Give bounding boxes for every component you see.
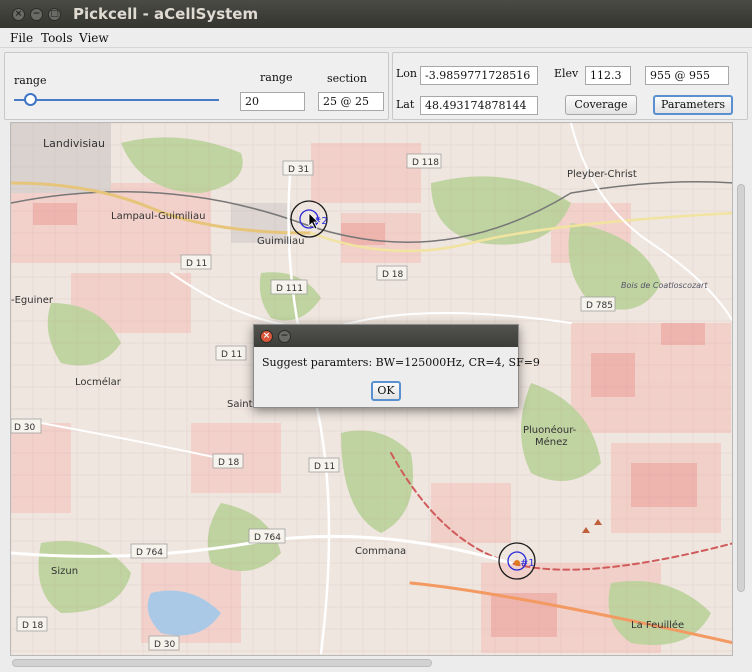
svg-text:D 31: D 31 <box>288 165 309 175</box>
menu-tools[interactable]: Tools <box>41 31 73 45</box>
svg-text:D 18: D 18 <box>218 458 240 468</box>
svg-text:D 11: D 11 <box>186 259 207 269</box>
horizontal-scroll-thumb[interactable] <box>12 659 432 667</box>
elev-input[interactable]: 112.3 <box>585 66 631 85</box>
vertical-scroll-thumb[interactable] <box>737 184 745 592</box>
svg-text:D 30: D 30 <box>154 640 176 650</box>
road-label: D 18 <box>16 616 48 632</box>
section-label: section <box>327 72 367 85</box>
menu-file[interactable]: File <box>10 31 33 45</box>
place-label: Locmélar <box>75 376 122 388</box>
road-label: D 11 <box>308 457 340 473</box>
minimize-window-icon[interactable]: − <box>30 8 43 21</box>
place-label: -Eguiner <box>11 295 54 306</box>
svg-text:D 18: D 18 <box>22 621 44 631</box>
svg-text:D 11: D 11 <box>314 462 335 472</box>
suggestion-dialog: × − Suggest paramters: BW=125000Hz, CR=4… <box>253 324 540 408</box>
elev-label: Elev <box>554 67 579 80</box>
road-label: D 18 <box>212 453 244 469</box>
place-label: Pluonéour- <box>523 424 577 436</box>
range-input[interactable]: 20 <box>240 92 305 111</box>
lat-input[interactable]: 48.493174878144 <box>420 96 538 115</box>
svg-text:D 30: D 30 <box>14 423 36 433</box>
road-label: D 764 <box>130 543 168 559</box>
menu-bar: File Tools View <box>0 28 752 48</box>
place-label: Landivisiau <box>43 137 105 150</box>
ok-button[interactable]: OK <box>371 381 401 401</box>
place-label: Bois de Coatloscozart <box>621 281 708 290</box>
maximize-window-icon[interactable]: □ <box>48 8 61 21</box>
window-title: Pickcell - aCellSystem <box>73 5 259 23</box>
road-label: D 18 <box>376 265 408 281</box>
range-slider-knob[interactable] <box>23 93 37 106</box>
road-label: D 30 <box>11 418 42 434</box>
vertical-scrollbar[interactable] <box>734 122 748 656</box>
svg-text:#1: #1 <box>520 558 535 569</box>
title-bar: × − □ Pickcell - aCellSystem <box>0 0 752 28</box>
road-label: D 31 <box>282 160 314 176</box>
svg-text:D 764: D 764 <box>254 533 281 543</box>
svg-text:D 764: D 764 <box>136 548 163 558</box>
dialog-message: Suggest paramters: BW=125000Hz, CR=4, SF… <box>262 356 540 369</box>
cell-input[interactable]: 955 @ 955 <box>645 66 729 85</box>
road-label: D 30 <box>148 635 180 651</box>
road-label: D 111 <box>270 279 308 295</box>
menu-view[interactable]: View <box>79 31 109 45</box>
place-label: Lampaul-Guimiliau <box>111 211 205 222</box>
road-label: D 764 <box>248 528 286 544</box>
lat-label: Lat <box>396 98 415 111</box>
svg-text:D 111: D 111 <box>276 284 303 294</box>
place-label: Commana <box>355 546 406 557</box>
svg-text:D 11: D 11 <box>221 350 242 360</box>
place-label: Pleyber-Christ <box>567 169 637 180</box>
place-label: Guimiliau <box>257 236 304 247</box>
svg-text:D 18: D 18 <box>382 270 404 280</box>
place-label: Ménez <box>535 436 568 448</box>
road-label: D 118 <box>406 153 442 169</box>
road-label: D 11 <box>180 254 212 270</box>
range-label: range <box>260 71 293 84</box>
svg-text:D 118: D 118 <box>412 158 439 168</box>
range-slider-track[interactable] <box>14 99 219 101</box>
close-window-icon[interactable]: × <box>12 8 25 21</box>
dialog-close-icon[interactable]: × <box>260 330 273 343</box>
svg-text:D 785: D 785 <box>586 301 613 311</box>
road-label: D 785 <box>580 296 616 312</box>
road-label: D 11 <box>215 345 247 361</box>
coverage-button[interactable]: Coverage <box>565 95 637 115</box>
range-slider-label: range <box>14 74 47 87</box>
place-label: Sizun <box>51 566 78 577</box>
dialog-minimize-icon[interactable]: − <box>278 330 291 343</box>
horizontal-scrollbar[interactable] <box>10 656 733 670</box>
section-input[interactable]: 25 @ 25 <box>318 92 384 111</box>
place-label: La Feuillée <box>631 619 684 631</box>
lon-label: Lon <box>396 67 418 80</box>
lon-input[interactable]: -3.9859771728516 <box>420 66 538 85</box>
parameters-button[interactable]: Parameters <box>653 95 733 115</box>
dialog-title-bar: × − <box>254 325 518 347</box>
